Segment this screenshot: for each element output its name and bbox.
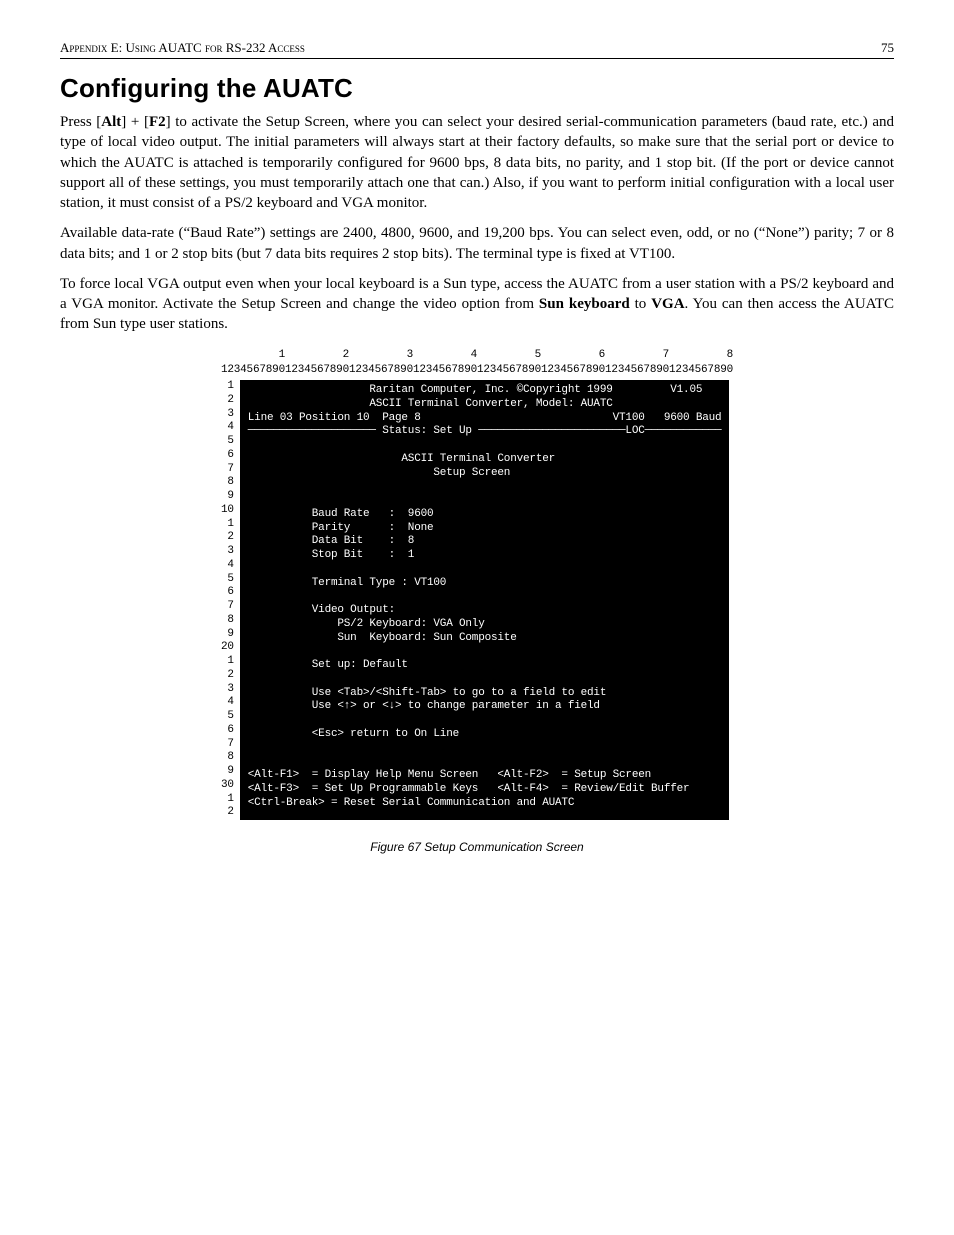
paragraph-2: Available data-rate (“Baud Rate”) settin… [60,223,894,264]
bold-vga: VGA [651,296,684,312]
column-ruler-ones: 1234567890123456789012345678901234567890… [221,364,733,378]
terminal-screen: Raritan Computer, Inc. ©Copyright 1999 V… [240,380,730,820]
text: ] to activate the Setup Screen, where yo… [60,114,894,211]
bold-sun-keyboard: Sun keyboard [539,296,630,312]
text: to [630,296,652,312]
text: ] + [ [121,114,149,130]
figure: 1 2 3 4 5 6 7 8 123456789012345678901234… [60,349,894,855]
row-numbers: 1 2 3 4 5 6 7 8 9 10 1 2 3 4 5 6 7 8 9 2… [221,380,240,820]
paragraph-1: Press [Alt] + [F2] to activate the Setup… [60,112,894,213]
header-left: Appendix E: Using AUATC for RS-232 Acces… [60,40,305,56]
key-f2: F2 [149,114,166,130]
paragraph-3: To force local VGA output even when your… [60,274,894,335]
page-title: Configuring the AUATC [60,73,894,104]
key-alt: Alt [101,114,121,130]
figure-caption: Figure 67 Setup Communication Screen [60,840,894,854]
terminal-screenshot: 1 2 3 4 5 6 7 8 123456789012345678901234… [221,349,733,821]
text: Press [ [60,114,101,130]
page-number: 75 [881,40,894,56]
column-ruler-tens: 1 2 3 4 5 6 7 8 [221,349,733,363]
page-header: Appendix E: Using AUATC for RS-232 Acces… [60,40,894,59]
